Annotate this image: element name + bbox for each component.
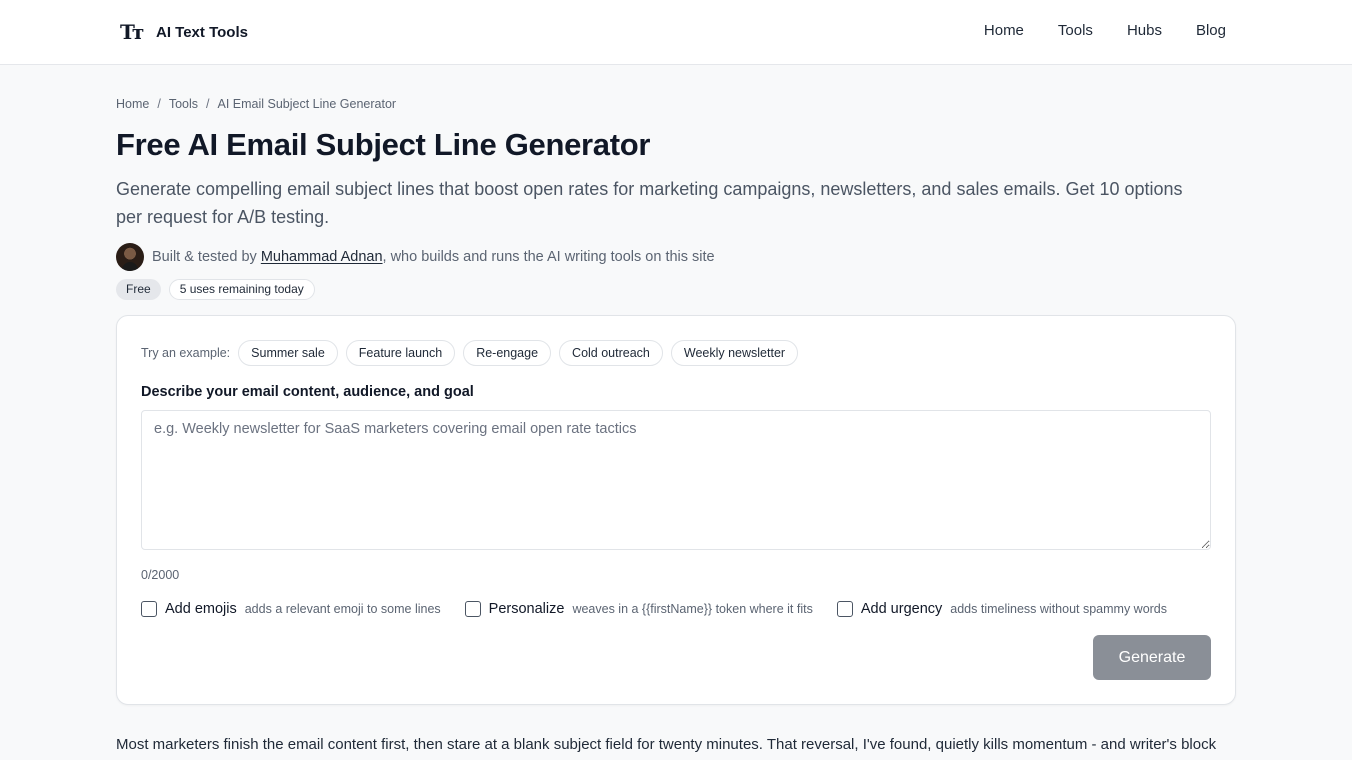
- intro-paragraph: Most marketers finish the email content …: [116, 736, 1217, 753]
- nav-link-home[interactable]: Home: [984, 22, 1024, 39]
- generate-button[interactable]: Generate: [1093, 635, 1211, 680]
- top-navigation-bar: Tт AI Text Tools Home Tools Hubs Blog: [0, 0, 1352, 65]
- author-byline: Built & tested by Muhammad Adnan, who bu…: [116, 243, 1236, 271]
- main-nav: Home Tools Hubs Blog: [984, 22, 1226, 39]
- option-personalize[interactable]: Personalize weaves in a {{firstName}} to…: [464, 601, 813, 617]
- breadcrumb-separator: /: [206, 97, 210, 111]
- generator-card: Try an example: Summer sale Feature laun…: [116, 315, 1236, 705]
- nav-link-blog[interactable]: Blog: [1196, 22, 1226, 39]
- example-prompts: Try an example: Summer sale Feature laun…: [141, 340, 799, 366]
- example-chip-feature-launch[interactable]: Feature launch: [345, 340, 456, 366]
- add-emojis-hint: adds a relevant emoji to some lines: [244, 602, 441, 616]
- example-chip-summer-sale[interactable]: Summer sale: [238, 340, 338, 366]
- brand-name: AI Text Tools: [156, 23, 248, 41]
- character-counter: 0/2000: [141, 568, 180, 582]
- email-description-label: Describe your email content, audience, a…: [141, 384, 474, 400]
- brand[interactable]: Tт AI Text Tools: [120, 20, 248, 44]
- example-chip-re-engage[interactable]: Re-engage: [463, 340, 552, 366]
- option-add-emojis[interactable]: Add emojis adds a relevant emoji to some…: [141, 601, 441, 617]
- breadcrumb-home[interactable]: Home: [116, 97, 149, 111]
- examples-label: Try an example:: [141, 346, 231, 360]
- brand-logo-icon: Tт: [120, 20, 144, 44]
- breadcrumb-current: AI Email Subject Line Generator: [217, 97, 397, 111]
- email-description-input[interactable]: [141, 410, 1211, 550]
- add-urgency-label[interactable]: Add urgency: [861, 601, 942, 617]
- generation-options: Add emojis adds a relevant emoji to some…: [141, 601, 1191, 617]
- add-emojis-checkbox[interactable]: [141, 601, 157, 617]
- breadcrumb-separator: /: [157, 97, 161, 111]
- example-chip-weekly-newsletter[interactable]: Weekly newsletter: [670, 340, 799, 366]
- breadcrumb: Home / Tools / AI Email Subject Line Gen…: [116, 97, 1236, 111]
- uses-remaining-badge: 5 uses remaining today: [168, 279, 315, 300]
- add-urgency-hint: adds timeliness without spammy words: [950, 602, 1168, 616]
- author-prefix: Built & tested by: [152, 249, 261, 265]
- add-urgency-checkbox[interactable]: [836, 601, 853, 617]
- main-content: Home / Tools / AI Email Subject Line Gen…: [116, 65, 1236, 756]
- page-title: Free AI Email Subject Line Generator: [116, 127, 651, 162]
- personalize-hint: weaves in a {{firstName}} token where it…: [572, 602, 813, 616]
- personalize-label[interactable]: Personalize: [489, 601, 565, 617]
- option-add-urgency[interactable]: Add urgency adds timeliness without spam…: [836, 601, 1168, 617]
- example-chip-cold-outreach[interactable]: Cold outreach: [559, 340, 663, 366]
- author-text: Built & tested by Muhammad Adnan, who bu…: [152, 249, 715, 265]
- add-emojis-label[interactable]: Add emojis: [165, 601, 237, 617]
- author-link[interactable]: Muhammad Adnan: [261, 249, 383, 265]
- nav-link-hubs[interactable]: Hubs: [1127, 22, 1162, 39]
- badges: Free 5 uses remaining today: [116, 279, 1236, 300]
- personalize-checkbox[interactable]: [464, 601, 481, 617]
- breadcrumb-tools[interactable]: Tools: [169, 97, 198, 111]
- page-description: Generate compelling email subject lines …: [116, 179, 1183, 227]
- nav-link-tools[interactable]: Tools: [1058, 22, 1093, 39]
- free-badge: Free: [116, 279, 161, 300]
- author-avatar: [116, 243, 144, 271]
- author-suffix: , who builds and runs the AI writing too…: [382, 249, 715, 265]
